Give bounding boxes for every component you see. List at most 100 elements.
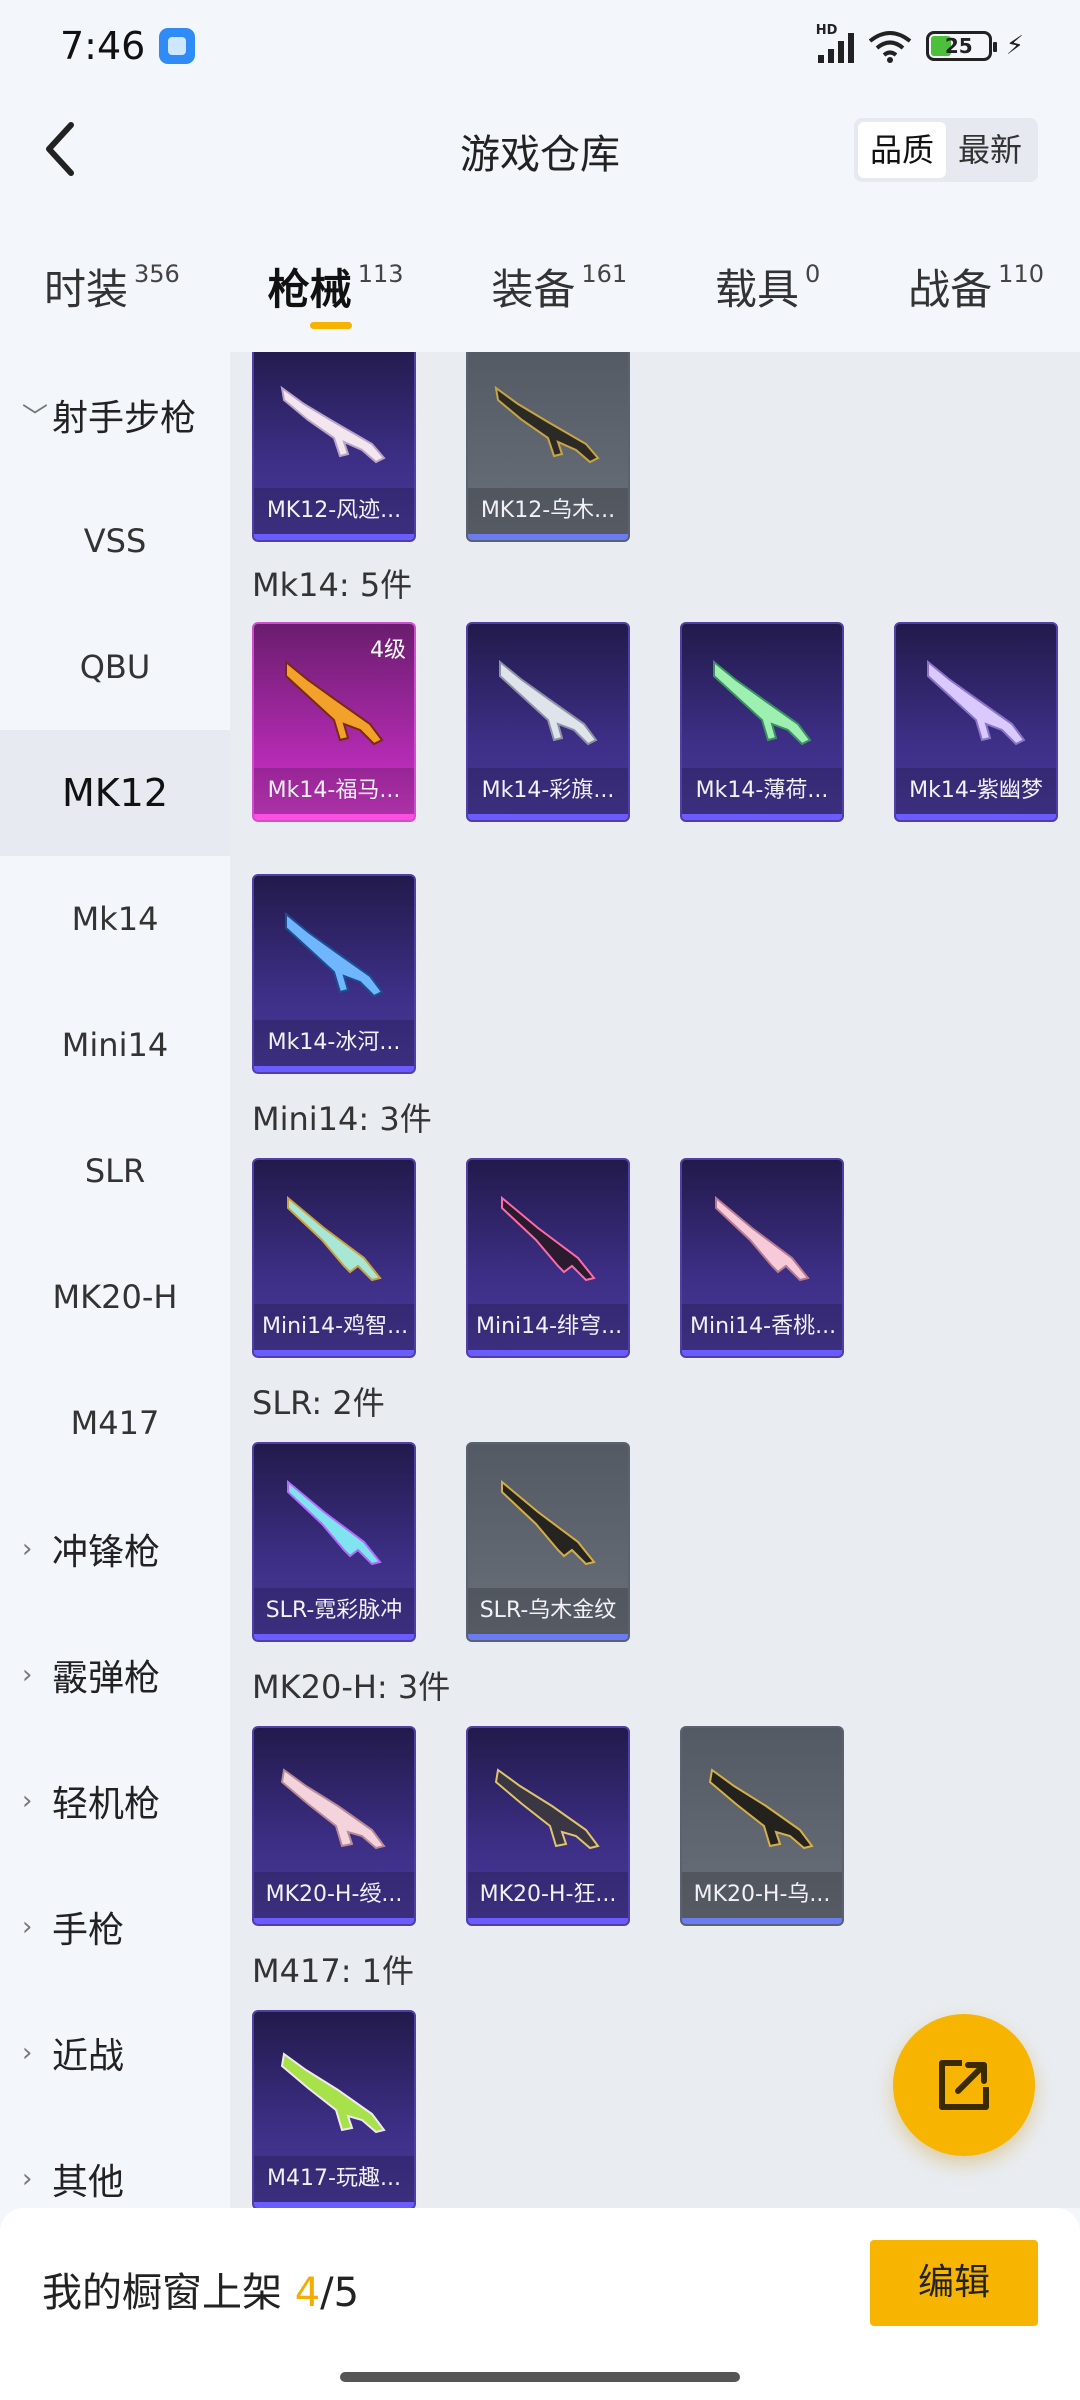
- sidebar-item-label: VSS: [83, 522, 147, 560]
- rifle-icon: [708, 1768, 814, 1850]
- skin-name: M417-玩趣...: [254, 2156, 414, 2202]
- skin-name: MK12-乌木...: [468, 488, 628, 534]
- sidebar-item-mk12[interactable]: MK12: [0, 730, 230, 856]
- tab-count: 113: [357, 260, 404, 288]
- weapon-skin-card[interactable]: MK12-乌木...: [466, 352, 630, 542]
- weapon-category-sidebar: ﹀ 射手步枪 VSS QBU MK12 Mk14 Mini14 SLR MK20-…: [0, 352, 230, 2208]
- bottom-bar: 我的橱窗上架 4/5 编辑: [0, 2208, 1080, 2400]
- weapon-skin-card[interactable]: SLR-乌木金纹: [466, 1442, 630, 1642]
- section-label: Mini14: 3件: [252, 1100, 432, 1138]
- weapon-skin-card[interactable]: Mini14-鸡智...: [252, 1158, 416, 1358]
- tab-supplies[interactable]: 战备 110: [908, 232, 1044, 352]
- share-button[interactable]: [893, 2014, 1035, 2156]
- weapon-skin-card[interactable]: MK20-H-狂...: [466, 1726, 630, 1926]
- skin-name: SLR-乌木金纹: [468, 1588, 628, 1634]
- sidebar-item-mini14[interactable]: Mini14: [0, 982, 230, 1108]
- weapon-skin-card[interactable]: 4级 Mk14-福马...: [252, 622, 416, 822]
- tab-label: 枪械: [267, 265, 352, 314]
- sidebar-item-label: MK12: [61, 771, 169, 815]
- weapon-skin-card[interactable]: MK12-风迹...: [252, 352, 416, 542]
- rifle-icon: [285, 911, 384, 998]
- weapon-skin-card[interactable]: SLR-霓彩脉冲: [252, 1442, 416, 1642]
- skin-name: Mini14-香桃...: [682, 1304, 842, 1350]
- tab-fashion[interactable]: 时装 356: [44, 232, 180, 352]
- weapon-skin-card[interactable]: MK20-H-乌...: [680, 1726, 844, 1926]
- sidebar-item-mk14[interactable]: Mk14: [0, 856, 230, 982]
- chevron-right-icon: ›: [22, 1786, 33, 1816]
- chevron-right-icon: ›: [22, 1912, 33, 1942]
- rifle-icon: [280, 385, 386, 464]
- sidebar-item-label: M417: [70, 1404, 160, 1442]
- tab-count: 0: [805, 260, 821, 288]
- weapon-skin-card[interactable]: Mk14-彩旗...: [466, 622, 630, 822]
- rifle-icon: [287, 1195, 382, 1282]
- sort-by-quality-button[interactable]: 品质: [857, 122, 946, 178]
- tab-label: 载具: [715, 265, 800, 314]
- rifle-icon: [494, 1768, 600, 1850]
- sidebar-group-pistol[interactable]: › 手枪: [0, 1864, 230, 1990]
- sidebar-group-shotgun[interactable]: › 霰弹枪: [0, 1612, 230, 1738]
- skin-name: Mk14-福马...: [254, 768, 414, 814]
- signal-icon: HD: [816, 23, 854, 63]
- category-tabs: 时装 356 枪械 113 装备 161 载具 0 战备 110: [0, 232, 1080, 352]
- chevron-down-icon: ﹀: [22, 402, 49, 433]
- edit-button[interactable]: 编辑: [870, 2240, 1038, 2326]
- rifle-icon: [285, 659, 384, 746]
- weapon-skin-card[interactable]: M417-玩趣...: [252, 2010, 416, 2208]
- sidebar-item-label: 其他: [52, 2162, 125, 2203]
- skin-name: MK12-风迹...: [254, 488, 414, 534]
- sort-toggle: 品质 最新: [853, 118, 1038, 182]
- weapon-skin-card[interactable]: Mk14-紫幽梦: [894, 622, 1058, 822]
- chevron-right-icon: ›: [22, 1534, 33, 1564]
- showcase-status: 我的橱窗上架 4/5: [42, 2260, 359, 2318]
- sidebar-item-m417[interactable]: M417: [0, 1360, 230, 1486]
- title-bar: 游戏仓库 品质 最新: [0, 92, 1080, 212]
- rifle-icon: [287, 1479, 382, 1566]
- status-icons: HD 25 ⚡: [816, 23, 1024, 63]
- sort-by-newest-button[interactable]: 最新: [946, 122, 1034, 178]
- tab-count: 110: [998, 260, 1044, 288]
- weapon-skin-card[interactable]: Mk14-薄荷...: [680, 622, 844, 822]
- rifle-icon: [501, 1195, 596, 1282]
- sidebar-item-label: 射手步枪: [52, 398, 197, 439]
- home-indicator[interactable]: [340, 2372, 740, 2382]
- skin-name: Mini14-鸡智...: [254, 1304, 414, 1350]
- battery-icon: 25: [925, 31, 997, 61]
- skin-name: Mk14-冰河...: [254, 1020, 414, 1066]
- weapon-skin-card[interactable]: Mini14-绯穹...: [466, 1158, 630, 1358]
- sidebar-group-marksman-rifles[interactable]: ﹀ 射手步枪: [0, 352, 230, 478]
- sidebar-item-mk20h[interactable]: MK20-H: [0, 1234, 230, 1360]
- sidebar-item-vss[interactable]: VSS: [0, 478, 230, 604]
- sidebar-item-qbu[interactable]: QBU: [0, 604, 230, 730]
- section-label: Mk14: 5件: [252, 566, 413, 604]
- sidebar-item-label: Mini14: [61, 1026, 169, 1064]
- section-label: SLR: 2件: [252, 1384, 385, 1422]
- tab-label: 装备: [491, 265, 576, 314]
- share-out-icon: [939, 2060, 989, 2110]
- network-type: HD: [815, 23, 838, 38]
- showcase-total: /5: [320, 2270, 360, 2316]
- sidebar-group-melee[interactable]: › 近战: [0, 1990, 230, 2116]
- rifle-icon: [499, 659, 598, 746]
- sidebar-item-label: 轻机枪: [52, 1784, 161, 1825]
- tab-equipment[interactable]: 装备 161: [491, 232, 627, 352]
- skin-name: Mk14-紫幽梦: [896, 768, 1056, 814]
- sidebar-group-smg[interactable]: › 冲锋枪: [0, 1486, 230, 1612]
- wifi-icon: [868, 29, 912, 63]
- weapon-skin-grid: MK12-风迹... MK12-乌木... Mk14: 5件 4级 Mk14-福马…: [230, 352, 1080, 2208]
- tab-label: 战备: [908, 265, 993, 314]
- sidebar-group-lmg[interactable]: › 轻机枪: [0, 1738, 230, 1864]
- skin-name: SLR-霓彩脉冲: [254, 1588, 414, 1634]
- showcase-label: 我的橱窗上架: [42, 2270, 282, 2316]
- skin-name: Mini14-绯穹...: [468, 1304, 628, 1350]
- battery-level: 25: [944, 34, 973, 58]
- sidebar-item-label: 近战: [52, 2036, 125, 2077]
- tab-vehicles[interactable]: 载具 0: [715, 232, 820, 352]
- sidebar-item-slr[interactable]: SLR: [0, 1108, 230, 1234]
- tab-firearms[interactable]: 枪械 113: [268, 232, 404, 352]
- chevron-right-icon: ›: [22, 1660, 33, 1690]
- weapon-skin-card[interactable]: MK20-H-绶...: [252, 1726, 416, 1926]
- weapon-skin-card[interactable]: Mk14-冰河...: [252, 874, 416, 1074]
- weapon-skin-card[interactable]: Mini14-香桃...: [680, 1158, 844, 1358]
- skin-name: MK20-H-绶...: [254, 1872, 414, 1918]
